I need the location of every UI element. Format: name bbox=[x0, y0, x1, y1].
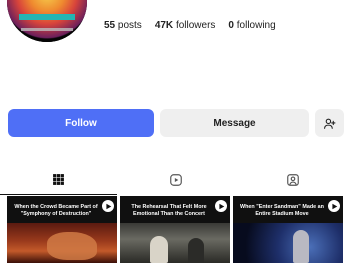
posts-stat[interactable]: 55 posts bbox=[104, 20, 142, 31]
add-user-button[interactable] bbox=[315, 109, 344, 137]
tagged-icon bbox=[286, 174, 299, 186]
followers-count: 47K bbox=[154, 20, 174, 31]
post-photo bbox=[233, 223, 343, 263]
post-caption: When the Crowd Became Part of "Symphony … bbox=[14, 204, 98, 217]
following-stat[interactable]: 0 following bbox=[228, 20, 275, 31]
singer-image bbox=[293, 230, 309, 263]
post-caption: When "Enter Sandman" Made an Entire Stad… bbox=[240, 204, 324, 217]
tab-reels[interactable] bbox=[117, 165, 234, 195]
play-icon bbox=[215, 200, 227, 212]
avatar-logo-bar bbox=[19, 14, 75, 20]
add-user-icon bbox=[324, 118, 336, 129]
followers-stat[interactable]: 47K followers bbox=[155, 20, 216, 31]
tab-tagged[interactable] bbox=[234, 165, 350, 195]
posts-label: posts bbox=[117, 20, 142, 31]
avatar-logo-text bbox=[21, 28, 73, 31]
posts-count: 55 bbox=[104, 20, 116, 31]
tab-grid[interactable] bbox=[0, 165, 117, 195]
post-tile[interactable]: The Rehearsal That Felt More Emotional T… bbox=[120, 196, 230, 263]
profile-tabs bbox=[0, 165, 350, 195]
follow-button[interactable]: Follow bbox=[8, 109, 154, 137]
guitar-image bbox=[47, 232, 97, 260]
post-tile[interactable]: When the Crowd Became Part of "Symphony … bbox=[7, 196, 117, 263]
post-tile[interactable]: When "Enter Sandman" Made an Entire Stad… bbox=[233, 196, 343, 263]
following-count: 0 bbox=[228, 20, 234, 31]
avatar[interactable] bbox=[7, 0, 87, 42]
play-icon bbox=[328, 200, 340, 212]
avatar-sunset bbox=[7, 0, 87, 42]
grid-icon bbox=[53, 174, 64, 185]
profile-stats: 55 posts 47K followers 0 following bbox=[104, 20, 276, 31]
reels-icon bbox=[169, 174, 182, 186]
person-image bbox=[188, 238, 204, 263]
play-icon bbox=[102, 200, 114, 212]
followers-label: followers bbox=[175, 20, 216, 31]
person-image bbox=[150, 236, 168, 263]
following-label: following bbox=[236, 20, 276, 31]
message-button[interactable]: Message bbox=[160, 109, 309, 137]
posts-grid: When the Crowd Became Part of "Symphony … bbox=[7, 196, 343, 263]
post-caption: The Rehearsal That Felt More Emotional T… bbox=[131, 204, 207, 217]
post-photo bbox=[120, 223, 230, 263]
